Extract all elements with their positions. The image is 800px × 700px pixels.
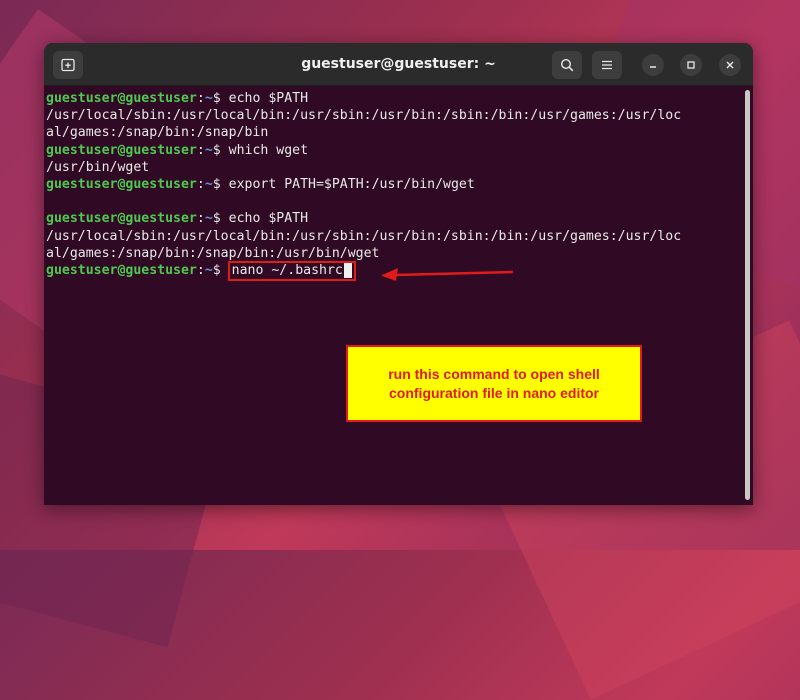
prompt-path: ~ <box>204 176 213 192</box>
window-title: guestuser@guestuser: ~ <box>301 56 496 72</box>
command-text: nano ~/.bashrc <box>231 262 343 278</box>
hamburger-menu-icon <box>602 60 612 70</box>
terminal-line: guestuser@guestuser:~$ echo $PATH <box>46 90 744 107</box>
menu-button[interactable] <box>592 51 622 79</box>
prompt-separator: : <box>196 211 205 227</box>
new-tab-button[interactable] <box>53 51 83 79</box>
terminal-line: al/games:/snap/bin:/snap/bin:/usr/bin/wg… <box>46 245 744 262</box>
prompt-separator: : <box>196 91 205 106</box>
output-text: /usr/bin/wget <box>46 159 150 175</box>
output-text: /usr/local/sbin:/usr/local/bin:/usr/sbin… <box>46 108 682 124</box>
terminal-line: guestuser@guestuser:~$ export PATH=$PATH… <box>46 176 744 193</box>
terminal-line: /usr/local/sbin:/usr/local/bin:/usr/sbin… <box>46 228 744 245</box>
search-icon <box>560 58 574 72</box>
output-text: /usr/local/sbin:/usr/local/bin:/usr/sbin… <box>46 228 682 244</box>
prompt-separator: : <box>196 176 205 192</box>
red-arrow-icon <box>381 268 514 281</box>
maximize-button[interactable] <box>680 54 702 76</box>
command-text: echo $PATH <box>220 211 309 227</box>
prompt-user: guestuser@guestuser <box>46 91 197 106</box>
command-text: echo $PATH <box>220 91 309 106</box>
prompt-user: guestuser@guestuser <box>46 176 197 192</box>
prompt-path: ~ <box>204 142 213 158</box>
prompt-separator: : <box>196 142 205 158</box>
prompt-path: ~ <box>204 262 213 278</box>
prompt-symbol: $ <box>212 91 221 106</box>
title-bar: guestuser@guestuser: ~ <box>44 43 753 86</box>
minimize-icon <box>650 66 656 68</box>
annotation-line: run this command to open shell <box>388 365 600 382</box>
maximize-icon <box>687 61 695 69</box>
prompt-symbol: $ <box>212 262 221 278</box>
prompt-user: guestuser@guestuser <box>46 262 197 278</box>
prompt-path: ~ <box>204 211 213 227</box>
close-button[interactable] <box>719 54 741 76</box>
terminal-line: al/games:/snap/bin:/snap/bin <box>46 124 744 141</box>
new-tab-icon <box>61 58 75 72</box>
output-text: al/games:/snap/bin:/snap/bin <box>46 125 269 141</box>
terminal-line: guestuser@guestuser:~$ which wget <box>46 142 744 159</box>
prompt-user: guestuser@guestuser <box>46 211 197 227</box>
output-text: al/games:/snap/bin:/snap/bin:/usr/bin/wg… <box>46 245 380 261</box>
terminal-line: /usr/bin/wget <box>46 159 744 176</box>
minimize-button[interactable] <box>642 54 664 76</box>
close-icon <box>726 61 734 69</box>
text-cursor <box>343 262 352 278</box>
prompt-path: ~ <box>204 91 213 106</box>
terminal-output[interactable]: guestuser@guestuser:~$ echo $PATH /usr/l… <box>44 86 744 505</box>
highlighted-command: nano ~/.bashrc <box>227 260 356 281</box>
prompt-separator: : <box>196 262 205 278</box>
prompt-user: guestuser@guestuser <box>46 142 197 158</box>
scrollbar[interactable] <box>745 90 750 500</box>
terminal-line: /usr/local/sbin:/usr/local/bin:/usr/sbin… <box>46 107 744 124</box>
terminal-line: guestuser@guestuser:~$ echo $PATH <box>46 210 744 227</box>
search-button[interactable] <box>552 51 582 79</box>
prompt-symbol: $ <box>212 142 221 158</box>
prompt-symbol: $ <box>212 176 221 192</box>
annotation-line: configuration file in nano editor <box>389 384 599 401</box>
annotation-callout: run this command to open shell configura… <box>346 345 642 422</box>
prompt-symbol: $ <box>212 211 221 227</box>
command-text: which wget <box>220 142 309 158</box>
command-text: export PATH=$PATH:/usr/bin/wget <box>220 176 475 192</box>
